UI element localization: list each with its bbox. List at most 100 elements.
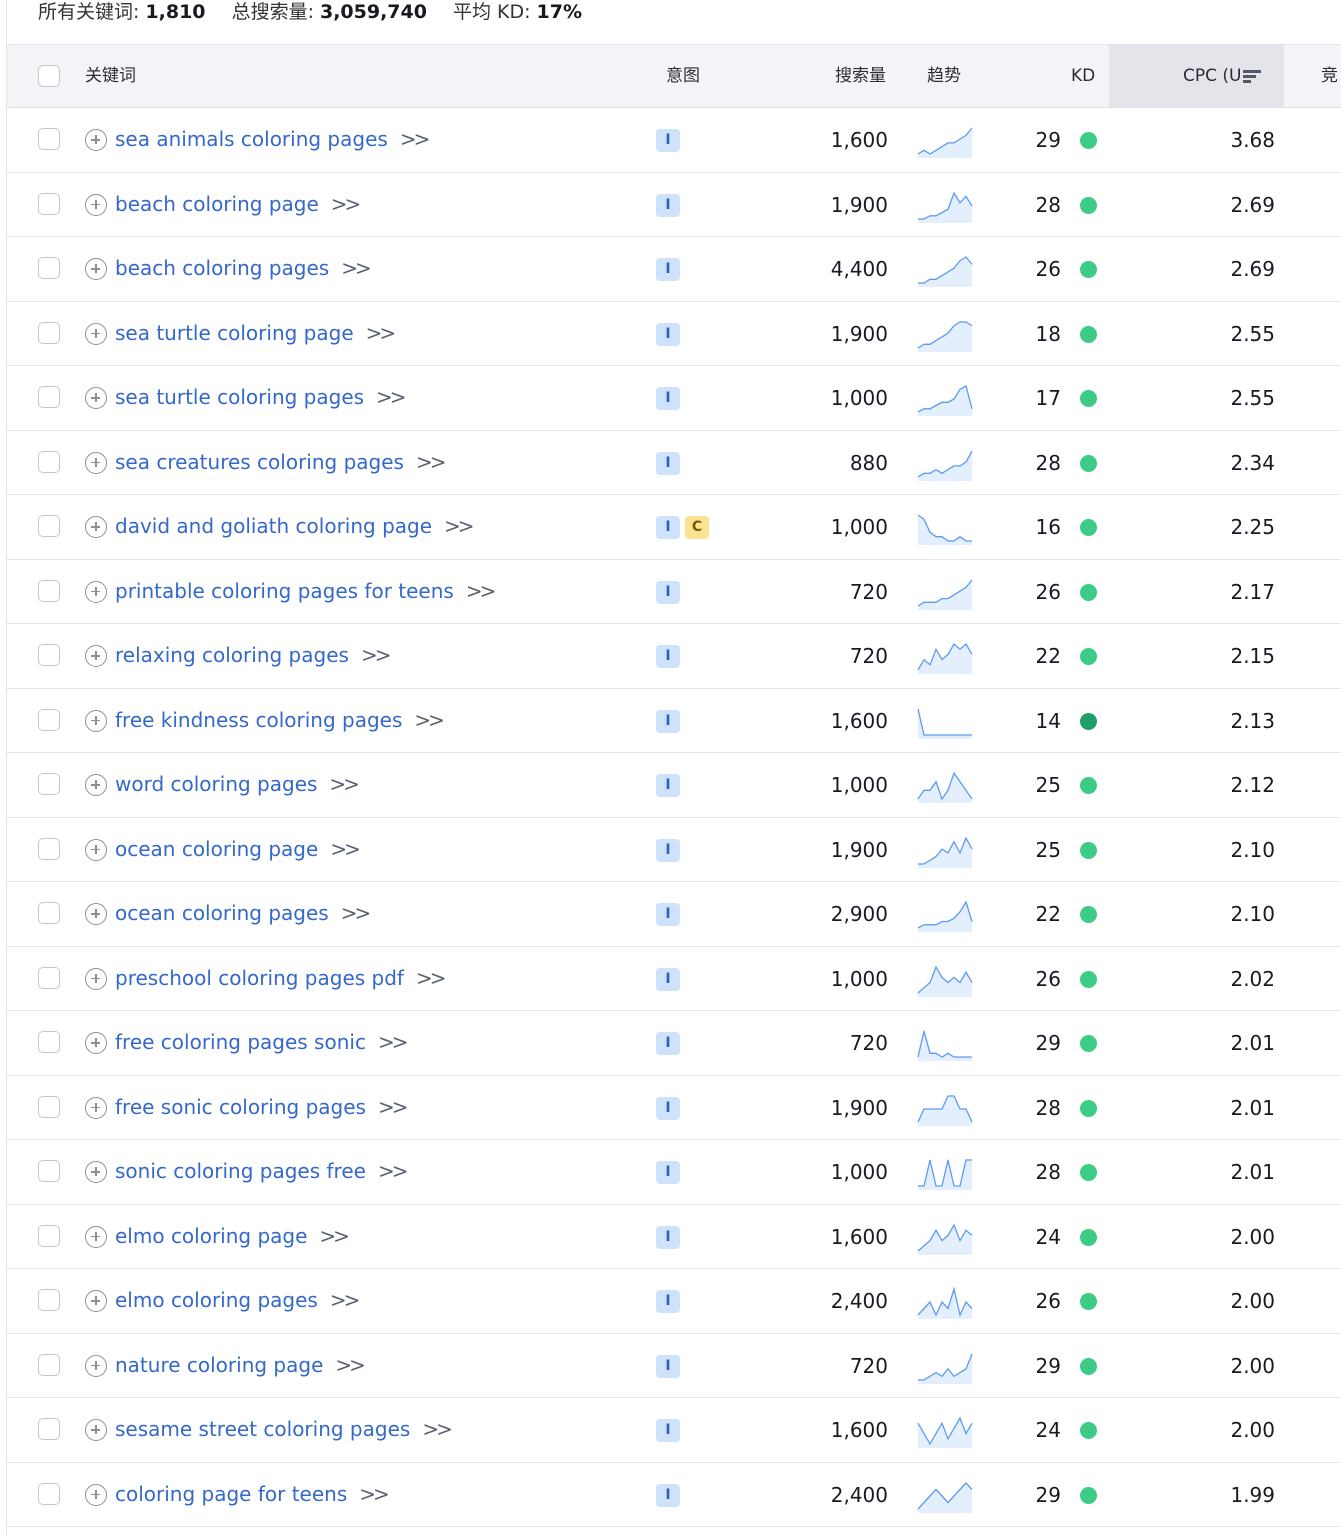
plus-circle-icon[interactable]	[85, 709, 107, 732]
plus-circle-icon[interactable]	[85, 193, 107, 216]
keyword-link[interactable]: sea creatures coloring pages	[115, 450, 404, 474]
row-checkbox[interactable]	[38, 257, 60, 279]
row-checkbox[interactable]	[38, 1353, 60, 1376]
double-chevron-right-icon[interactable]: >>	[366, 321, 396, 345]
row-checkbox[interactable]	[38, 837, 60, 860]
plus-circle-icon[interactable]	[85, 838, 107, 861]
header-trend[interactable]: 趋势	[927, 45, 961, 107]
keyword-link[interactable]: elmo coloring page	[115, 1224, 307, 1248]
header-kd[interactable]: KD	[1071, 45, 1095, 107]
double-chevron-right-icon[interactable]: >>	[341, 256, 371, 280]
keyword-link[interactable]: nature coloring page	[115, 1353, 323, 1377]
row-checkbox[interactable]	[38, 1095, 60, 1118]
double-chevron-right-icon[interactable]: >>	[444, 514, 474, 538]
row-checkbox[interactable]	[38, 1160, 60, 1182]
keyword-link[interactable]: sesame street coloring pages	[115, 1417, 410, 1441]
row-checkbox[interactable]	[38, 773, 60, 795]
row-checkbox[interactable]	[38, 1418, 60, 1440]
plus-circle-icon[interactable]	[85, 451, 107, 474]
plus-circle-icon[interactable]	[85, 645, 107, 667]
plus-circle-icon[interactable]	[85, 1225, 107, 1248]
header-volume[interactable]: 搜索量	[835, 45, 886, 107]
plus-circle-icon[interactable]	[85, 1161, 107, 1183]
plus-circle-icon[interactable]	[85, 1419, 107, 1441]
volume-value: 720	[849, 1353, 888, 1378]
trend-sparkline	[917, 1094, 973, 1126]
keyword-link[interactable]: sea animals coloring pages	[115, 127, 388, 151]
double-chevron-right-icon[interactable]: >>	[378, 1095, 408, 1119]
header-intent[interactable]: 意图	[666, 45, 700, 107]
keyword-link[interactable]: beach coloring pages	[115, 256, 329, 280]
row-checkbox[interactable]	[38, 1289, 60, 1311]
row-checkbox[interactable]	[38, 966, 60, 989]
plus-circle-icon[interactable]	[85, 322, 107, 345]
keyword-link[interactable]: free coloring pages sonic	[115, 1030, 366, 1054]
row-checkbox[interactable]	[38, 386, 60, 408]
row-checkbox[interactable]	[38, 192, 60, 215]
double-chevron-right-icon[interactable]: >>	[341, 901, 371, 925]
double-chevron-right-icon[interactable]: >>	[319, 1224, 349, 1248]
keyword-link[interactable]: printable coloring pages for teens	[115, 579, 454, 603]
header-cpc[interactable]: CPC (U	[1109, 45, 1284, 107]
keyword-link[interactable]: free kindness coloring pages	[115, 708, 402, 732]
plus-circle-icon[interactable]	[85, 1290, 107, 1312]
double-chevron-right-icon[interactable]: >>	[335, 1353, 365, 1377]
double-chevron-right-icon[interactable]: >>	[414, 708, 444, 732]
keyword-link[interactable]: sea turtle coloring page	[115, 321, 354, 345]
double-chevron-right-icon[interactable]: >>	[378, 1159, 408, 1183]
plus-circle-icon[interactable]	[85, 774, 107, 796]
row-checkbox[interactable]	[38, 1482, 60, 1505]
plus-circle-icon[interactable]	[85, 129, 107, 151]
plus-circle-icon[interactable]	[85, 258, 107, 280]
plus-circle-icon[interactable]	[85, 1354, 107, 1377]
double-chevron-right-icon[interactable]: >>	[331, 192, 361, 216]
double-chevron-right-icon[interactable]: >>	[422, 1417, 452, 1441]
plus-circle-icon[interactable]	[85, 516, 107, 538]
header-keyword[interactable]: 关键词	[85, 45, 136, 107]
keyword-link[interactable]: relaxing coloring pages	[115, 643, 349, 667]
double-chevron-right-icon[interactable]: >>	[330, 1288, 360, 1312]
plus-circle-icon[interactable]	[85, 967, 107, 990]
double-chevron-right-icon[interactable]: >>	[416, 966, 446, 990]
double-chevron-right-icon[interactable]: >>	[378, 1030, 408, 1054]
plus-circle-icon[interactable]	[85, 387, 107, 409]
double-chevron-right-icon[interactable]: >>	[466, 579, 496, 603]
double-chevron-right-icon[interactable]: >>	[330, 837, 360, 861]
trend-area	[918, 1482, 972, 1513]
keyword-link[interactable]: elmo coloring pages	[115, 1288, 318, 1312]
row-checkbox[interactable]	[38, 128, 60, 150]
row-checkbox[interactable]	[38, 1031, 60, 1053]
plus-circle-icon[interactable]	[85, 1032, 107, 1054]
double-chevron-right-icon[interactable]: >>	[329, 772, 359, 796]
row-checkbox[interactable]	[38, 450, 60, 473]
keyword-link[interactable]: sea turtle coloring pages	[115, 385, 364, 409]
row-checkbox[interactable]	[38, 321, 60, 344]
double-chevron-right-icon[interactable]: >>	[416, 450, 446, 474]
keyword-link[interactable]: ocean coloring page	[115, 837, 318, 861]
plus-circle-icon[interactable]	[85, 903, 107, 925]
sort-descending-icon[interactable]	[1243, 69, 1262, 83]
select-all-checkbox[interactable]	[38, 65, 60, 87]
keyword-link[interactable]: coloring page for teens	[115, 1482, 347, 1506]
row-checkbox[interactable]	[38, 515, 60, 537]
row-checkbox[interactable]	[38, 1224, 60, 1247]
double-chevron-right-icon[interactable]: >>	[376, 385, 406, 409]
row-checkbox[interactable]	[38, 579, 60, 602]
row-checkbox[interactable]	[38, 708, 60, 731]
keyword-link[interactable]: free sonic coloring pages	[115, 1095, 366, 1119]
plus-circle-icon[interactable]	[85, 580, 107, 603]
plus-circle-icon[interactable]	[85, 1483, 107, 1506]
plus-circle-icon[interactable]	[85, 1096, 107, 1119]
row-checkbox[interactable]	[38, 902, 60, 924]
header-competition[interactable]: 竞	[1321, 45, 1338, 107]
keyword-link[interactable]: david and goliath coloring page	[115, 514, 432, 538]
keyword-link[interactable]: beach coloring page	[115, 192, 319, 216]
keyword-link[interactable]: ocean coloring pages	[115, 901, 329, 925]
double-chevron-right-icon[interactable]: >>	[361, 643, 391, 667]
double-chevron-right-icon[interactable]: >>	[359, 1482, 389, 1506]
row-checkbox[interactable]	[38, 644, 60, 666]
keyword-link[interactable]: preschool coloring pages pdf	[115, 966, 404, 990]
double-chevron-right-icon[interactable]: >>	[400, 127, 430, 151]
keyword-link[interactable]: sonic coloring pages free	[115, 1159, 366, 1183]
keyword-link[interactable]: word coloring pages	[115, 772, 317, 796]
